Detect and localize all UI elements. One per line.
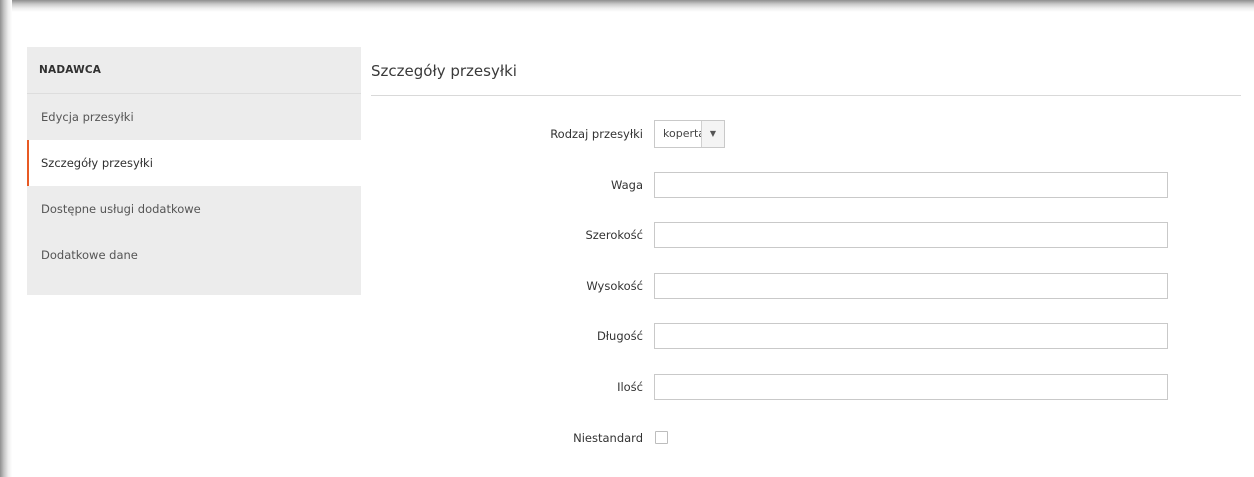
section-title: Szczegóły przesyłki — [371, 47, 1241, 96]
sidebar-item-label: Szczegóły przesyłki — [41, 156, 153, 170]
nonstandard-row: Niestandard — [371, 424, 1241, 452]
quantity-input[interactable] — [654, 374, 1168, 400]
sidebar-item-additional-data[interactable]: Dodatkowe dane — [27, 232, 361, 278]
chevron-down-icon[interactable]: ▼ — [701, 121, 724, 147]
window-left-shadow — [0, 0, 12, 477]
length-label: Długość — [596, 329, 643, 343]
length-row: Długość — [371, 322, 1241, 350]
shipment-type-row: Rodzaj przesyłki koperta ▼ — [371, 120, 1241, 148]
sidebar-header: NADAWCA — [27, 47, 361, 94]
shipment-details-panel: Szczegóły przesyłki Rodzaj przesyłki kop… — [371, 47, 1241, 445]
height-row: Wysokość — [371, 272, 1241, 300]
height-input[interactable] — [654, 273, 1168, 299]
nonstandard-label: Niestandard — [573, 431, 643, 445]
height-label: Wysokość — [586, 279, 643, 293]
sidebar: NADAWCA Edycja przesyłki Szczegóły przes… — [27, 47, 361, 295]
length-input[interactable] — [654, 323, 1168, 349]
sidebar-item-label: Dostępne usługi dodatkowe — [41, 202, 201, 216]
weight-input[interactable] — [654, 172, 1168, 198]
width-label: Szerokość — [585, 228, 643, 242]
quantity-row: Ilość — [371, 373, 1241, 401]
sidebar-item-label: Dodatkowe dane — [41, 248, 138, 262]
sidebar-item-edit-shipment[interactable]: Edycja przesyłki — [27, 94, 361, 140]
sidebar-item-shipment-details[interactable]: Szczegóły przesyłki — [27, 140, 361, 186]
shipment-type-value: koperta — [663, 127, 706, 140]
weight-label: Waga — [610, 178, 643, 192]
sidebar-item-label: Edycja przesyłki — [41, 110, 134, 124]
quantity-label: Ilość — [617, 380, 643, 394]
width-input[interactable] — [654, 222, 1168, 248]
width-row: Szerokość — [371, 221, 1241, 249]
sidebar-item-additional-services[interactable]: Dostępne usługi dodatkowe — [27, 186, 361, 232]
weight-row: Waga — [371, 171, 1241, 199]
nonstandard-checkbox[interactable] — [655, 431, 668, 444]
shipment-type-select[interactable]: koperta ▼ — [654, 120, 725, 148]
window-top-shadow — [0, 0, 1254, 12]
shipment-type-label: Rodzaj przesyłki — [550, 127, 643, 141]
